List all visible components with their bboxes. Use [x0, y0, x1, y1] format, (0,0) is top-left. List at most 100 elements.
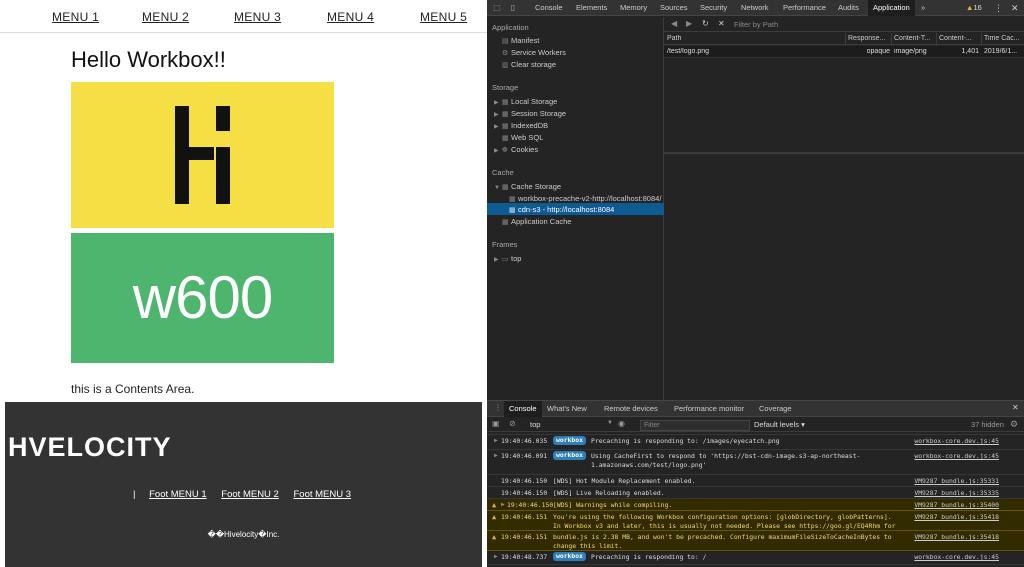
- tab-elements[interactable]: Elements: [576, 0, 607, 16]
- nav-menu-1[interactable]: MENU 1: [52, 10, 99, 24]
- console-log-row[interactable]: ▶ 19:40:48.737 workbox Precaching is res…: [487, 551, 1024, 565]
- tab-application[interactable]: Application: [868, 0, 915, 16]
- chevron-down-icon[interactable]: ▼: [607, 420, 613, 426]
- drawer-menu-icon[interactable]: ⋮: [494, 403, 502, 412]
- web-page: MENU 1 MENU 2 MENU 3 MENU 4 MENU 5 Hello…: [0, 0, 487, 567]
- sidebar-item-local-storage[interactable]: ▶ ▦ Local Storage: [494, 97, 557, 106]
- tab-console[interactable]: Console: [535, 0, 563, 16]
- close-drawer-icon[interactable]: ✕: [1012, 403, 1019, 412]
- preview-splitter[interactable]: [664, 152, 1024, 154]
- close-devtools-icon[interactable]: ✕: [1011, 0, 1019, 16]
- tab-network[interactable]: Network: [741, 0, 769, 16]
- expand-arrow-icon[interactable]: ▶: [494, 256, 502, 263]
- console-warning-row[interactable]: ▲ 19:40:46.151 You're using the followin…: [487, 511, 1024, 538]
- expand-arrow-icon[interactable]: ▶: [494, 111, 502, 118]
- w600-label: w600: [132, 264, 273, 331]
- frame-icon: ▭: [502, 256, 509, 263]
- column-content-type[interactable]: Content-T...: [894, 35, 938, 42]
- sidebar-item-service-workers[interactable]: ⚙ Service Workers: [502, 48, 566, 57]
- sidebar-item-clear-storage[interactable]: ▥ Clear storage: [502, 60, 556, 69]
- devtools-menu-icon[interactable]: ⋮: [994, 0, 1003, 16]
- expand-arrow-icon[interactable]: ▶: [501, 501, 505, 508]
- tab-sources[interactable]: Sources: [660, 0, 688, 16]
- sidebar-item-cache-storage[interactable]: ▼ ▦ Cache Storage: [494, 182, 561, 191]
- sidebar-item-workbox-precache[interactable]: ▦ workbox-precache-v2-http://localhost:80…: [509, 194, 661, 203]
- hidden-messages-count: 37 hidden: [971, 420, 1004, 429]
- tab-performance[interactable]: Performance: [783, 0, 826, 16]
- tab-memory[interactable]: Memory: [620, 0, 647, 16]
- console-settings-gear-icon[interactable]: ⚙: [1010, 419, 1018, 430]
- source-link[interactable]: VM9287 bundle.js:35418: [914, 533, 999, 541]
- cell-path: /test/logo.png: [667, 48, 710, 55]
- drawer-tab-whats-new[interactable]: What's New: [547, 401, 587, 417]
- source-link[interactable]: workbox-core.dev.js:45: [914, 452, 999, 460]
- nav-menu-4[interactable]: MENU 4: [327, 10, 374, 24]
- expand-arrow-icon[interactable]: ▶: [494, 553, 498, 560]
- source-link[interactable]: VM9287 bundle.js:35335: [914, 489, 999, 497]
- column-response[interactable]: Response...: [848, 35, 892, 42]
- eye-icon[interactable]: ◉: [618, 419, 625, 428]
- expand-arrow-icon[interactable]: ▶: [494, 452, 498, 459]
- cache-heading: Cache: [492, 168, 514, 177]
- console-warning-row[interactable]: ▲ ▶ 19:40:46.150 [WDS] Warnings while co…: [487, 499, 1024, 511]
- column-content-length[interactable]: Content-...: [939, 35, 982, 42]
- foot-menu-3[interactable]: Foot MENU 3: [293, 489, 351, 500]
- workbox-badge: workbox: [553, 436, 586, 445]
- sidebar-item-frame-top[interactable]: ▶ ▭ top: [494, 254, 521, 263]
- drawer-tab-console[interactable]: Console: [504, 401, 542, 417]
- expand-arrow-icon[interactable]: ▶: [494, 123, 502, 130]
- drawer-tab-performance-monitor[interactable]: Performance monitor: [674, 401, 744, 417]
- nav-menu-2[interactable]: MENU 2: [142, 10, 189, 24]
- drawer-tab-coverage[interactable]: Coverage: [759, 401, 792, 417]
- console-warning-row[interactable]: ▲ 19:40:46.151 bundle.js is 2.38 MB, and…: [487, 531, 1024, 551]
- expand-arrow-icon[interactable]: ▶: [494, 147, 502, 154]
- console-log-row[interactable]: 19:40:46.150 [WDS] Hot Module Replacemen…: [487, 475, 1024, 487]
- expand-arrow-icon[interactable]: ▶: [494, 99, 502, 106]
- w600-image-green: w600: [71, 233, 334, 363]
- log-levels-dropdown[interactable]: Default levels ▾: [754, 420, 805, 429]
- console-log-row[interactable]: ▶ 19:40:46.091 workbox Using CacheFirst …: [487, 450, 1024, 475]
- source-link[interactable]: VM9287 bundle.js:35331: [914, 477, 999, 485]
- context-selector[interactable]: top: [530, 420, 540, 429]
- forward-icon[interactable]: ▶: [686, 19, 692, 28]
- sidebar-item-cookies[interactable]: ▶ ❁ Cookies: [494, 145, 538, 154]
- foot-menu-2[interactable]: Foot MENU 2: [221, 489, 279, 500]
- console-log-row[interactable]: ▶ 19:40:46.035 workbox Precaching is res…: [487, 435, 1024, 450]
- sidebar-item-application-cache[interactable]: ▦ Application Cache: [502, 217, 571, 226]
- tab-audits[interactable]: Audits: [838, 0, 859, 16]
- filter-by-path-input[interactable]: [734, 18, 894, 30]
- source-link[interactable]: workbox-core.dev.js:45: [914, 553, 999, 561]
- nav-menu-5[interactable]: MENU 5: [420, 10, 467, 24]
- sidebar-toggle-icon[interactable]: ▣: [492, 419, 500, 428]
- workbox-badge: workbox: [553, 552, 586, 561]
- inspect-element-icon[interactable]: ⬚: [492, 3, 502, 13]
- warning-counter[interactable]: ▲16: [966, 0, 982, 16]
- clear-console-icon[interactable]: ⊘: [509, 419, 516, 428]
- sidebar-item-manifest[interactable]: ▤ Manifest: [502, 36, 539, 45]
- console-filter-input[interactable]: [640, 420, 750, 431]
- device-toolbar-icon[interactable]: ▯: [508, 3, 518, 13]
- tab-security[interactable]: Security: [700, 0, 727, 16]
- warning-icon: ▲: [492, 501, 497, 509]
- foot-menu-1[interactable]: Foot MENU 1: [149, 489, 207, 500]
- source-link[interactable]: workbox-core.dev.js:45: [914, 437, 999, 445]
- sidebar-item-cdn-s3[interactable]: ▦ cdn-s3 - http://localhost:8084: [509, 205, 614, 214]
- refresh-icon[interactable]: ↻: [702, 19, 709, 28]
- column-path[interactable]: Path: [667, 35, 843, 42]
- nav-menu-3[interactable]: MENU 3: [234, 10, 281, 24]
- column-time-cached[interactable]: Time Cac...: [984, 35, 1024, 42]
- console-log-row[interactable]: 19:40:46.150 [WDS] Live Reloading enable…: [487, 487, 1024, 499]
- expand-arrow-icon[interactable]: ▶: [494, 437, 498, 444]
- sidebar-item-indexeddb[interactable]: ▶ ▦ IndexedDB: [494, 121, 548, 130]
- more-tabs-button[interactable]: »: [921, 0, 925, 16]
- delete-icon[interactable]: ✕: [718, 19, 725, 28]
- sidebar-item-session-storage[interactable]: ▶ ▦ Session Storage: [494, 109, 566, 118]
- source-link[interactable]: VM9287 bundle.js:35400: [914, 501, 999, 509]
- collapse-arrow-icon[interactable]: ▼: [494, 185, 502, 191]
- logo-image-yellow: [71, 82, 334, 228]
- drawer-tab-remote-devices[interactable]: Remote devices: [604, 401, 658, 417]
- back-icon[interactable]: ◀: [671, 19, 677, 28]
- sidebar-item-web-sql[interactable]: ▦ Web SQL: [502, 133, 543, 142]
- table-row[interactable]: /test/logo.png opaque image/png 1,401 20…: [664, 46, 1024, 58]
- source-link[interactable]: VM9287 bundle.js:35418: [914, 513, 999, 521]
